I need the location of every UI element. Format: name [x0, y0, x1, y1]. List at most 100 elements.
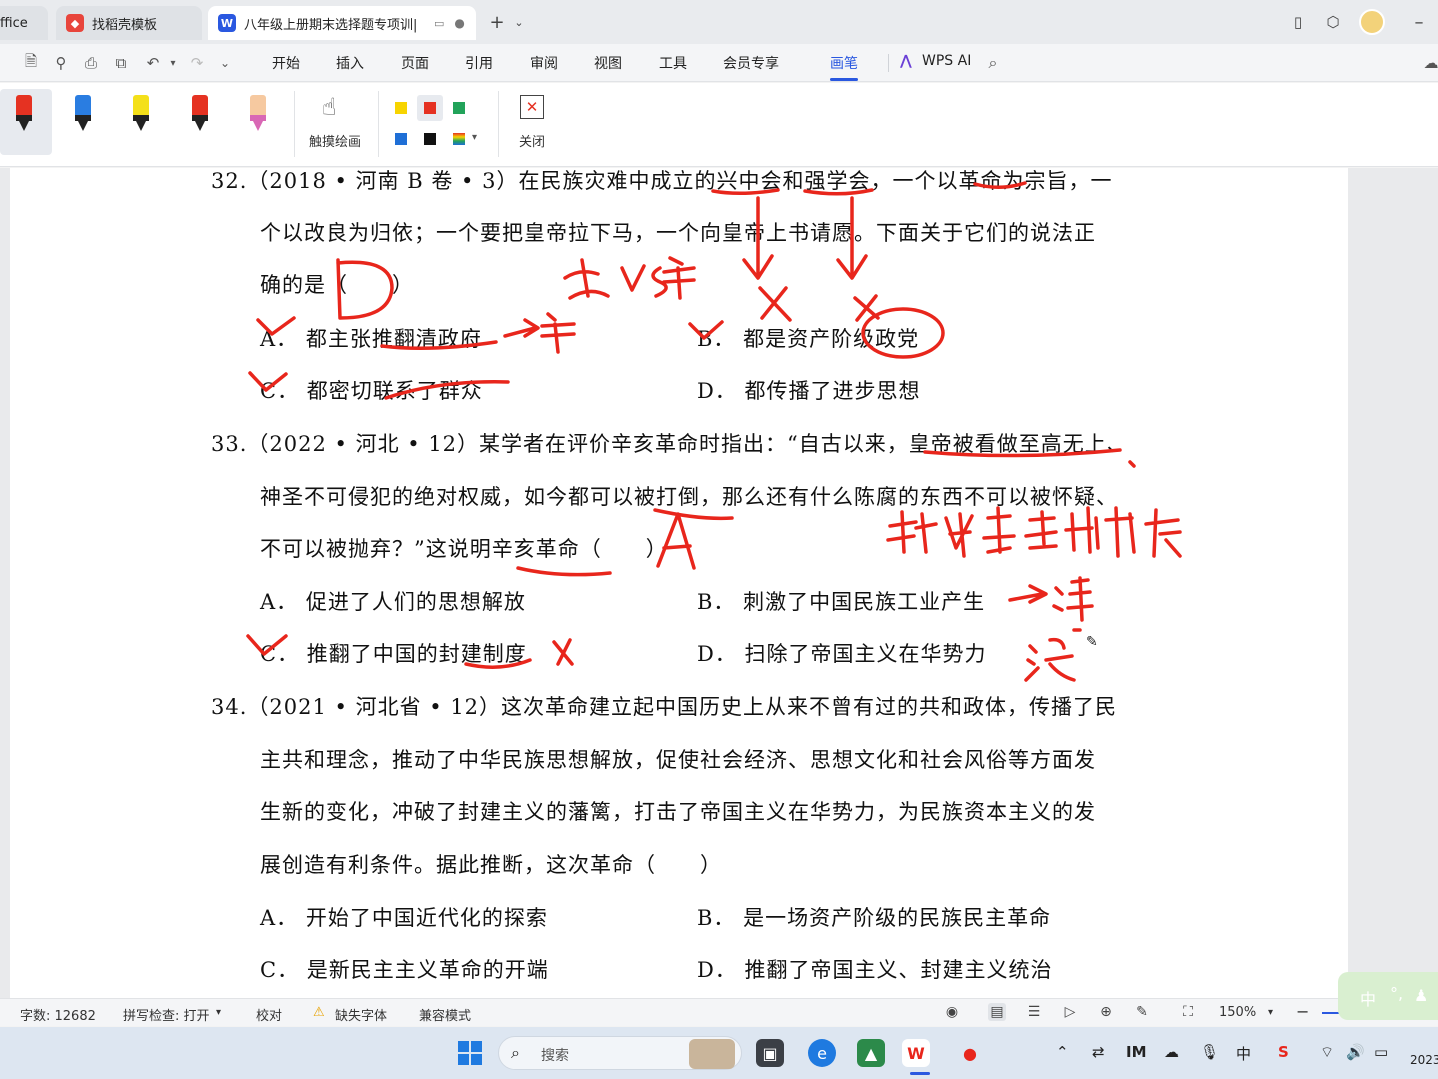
pen-ribbon: ☝ 触摸绘画 ▾ ✕ 关闭 — [0, 83, 1438, 167]
new-tab-icon[interactable]: + — [486, 8, 508, 36]
menu-divider — [888, 54, 889, 72]
cloud-icon[interactable]: ☁ — [1420, 52, 1438, 74]
pen-icon[interactable]: ✎ — [1133, 1003, 1151, 1021]
print-preview-icon[interactable]: ⧉ — [110, 52, 132, 74]
menu-pen[interactable]: 画笔 — [830, 53, 858, 81]
ribbon-divider — [294, 91, 295, 157]
wps-ai-logo-icon: ⋀ — [900, 53, 912, 69]
docer-icon: ◆ — [66, 14, 84, 32]
tray-ime-label[interactable]: 中 — [1236, 1043, 1251, 1064]
color-black[interactable] — [424, 133, 436, 145]
touch-hand-icon: ☝ — [322, 93, 337, 121]
pen-color — [192, 95, 208, 117]
cube-icon[interactable]: ⬡ — [1322, 8, 1344, 36]
chevron-down-icon[interactable]: ▾ — [472, 132, 477, 143]
window-layout-icon[interactable]: ▯ — [1287, 8, 1309, 36]
task-view-icon[interactable]: ▣ — [756, 1039, 784, 1067]
save-icon[interactable]: 🗎 — [20, 52, 42, 74]
close-pen-button[interactable]: 关闭 — [519, 131, 545, 150]
color-green[interactable] — [453, 102, 465, 114]
wps-office-icon[interactable]: W — [902, 1039, 930, 1067]
edge-browser-icon[interactable]: e — [808, 1039, 836, 1067]
spellcheck-toggle[interactable]: 拼写检查: 打开 — [123, 1005, 210, 1024]
word-count[interactable]: 字数: 12682 — [20, 1005, 96, 1024]
play-icon[interactable]: ▷ — [1061, 1003, 1079, 1021]
taskbar-search[interactable]: ⌕ 搜索 — [498, 1036, 742, 1070]
tray-app-icon[interactable]: ⇄ — [1092, 1043, 1105, 1061]
proofread-button[interactable]: 校对 — [256, 1005, 282, 1024]
print-icon[interactable]: ⎙ — [80, 52, 102, 74]
ime-mode-label: 中 — [1360, 990, 1377, 1009]
menu-tools[interactable]: 工具 — [659, 53, 687, 73]
search-icon: ⌕ — [511, 1043, 520, 1062]
menu-review[interactable]: 审阅 — [530, 53, 558, 73]
search-icon[interactable]: ⌕ — [982, 52, 1004, 74]
menu-references[interactable]: 引用 — [465, 53, 493, 73]
menu-home[interactable]: 开始 — [272, 53, 300, 73]
menu-view[interactable]: 视图 — [594, 53, 622, 73]
color-red[interactable] — [424, 102, 436, 114]
pen-red-fine[interactable] — [189, 95, 211, 135]
ribbon-divider — [498, 91, 499, 157]
active-app-indicator — [910, 1072, 930, 1075]
page-view-icon[interactable]: ▤ — [988, 1003, 1006, 1021]
battery-icon[interactable]: ▭ — [1374, 1043, 1388, 1061]
pen-red-marker[interactable] — [13, 95, 35, 135]
volume-icon[interactable]: 🔊 — [1346, 1043, 1365, 1061]
chevron-up-icon[interactable]: ⌃ — [1056, 1043, 1069, 1061]
menu-page[interactable]: 页面 — [401, 53, 429, 73]
avatar[interactable] — [1358, 8, 1386, 36]
close-icon[interactable]: ✕ — [520, 95, 544, 119]
recorder-icon[interactable]: ● — [956, 1039, 984, 1067]
chevron-down-icon[interactable]: ▾ — [216, 1007, 221, 1018]
photos-icon[interactable]: ▲ — [857, 1039, 885, 1067]
sogou-ime-icon[interactable]: S — [1278, 1043, 1289, 1061]
menu-membership[interactable]: 会员专享 — [723, 53, 779, 73]
color-blue[interactable] — [395, 133, 407, 145]
eraser-pen[interactable] — [247, 95, 269, 135]
tab-office[interactable]: ffice — [0, 6, 48, 40]
tab-docer[interactable]: ◆ 找稻壳模板 — [56, 6, 202, 40]
ime-floating-bar[interactable]: 中 °, ♟ — [1338, 972, 1438, 1020]
pen-color — [250, 95, 266, 117]
vertical-scrollbar[interactable] — [1425, 168, 1433, 998]
wifi-icon[interactable]: ⌔ — [1320, 1043, 1334, 1062]
chevron-down-icon[interactable]: ▾ — [1268, 1007, 1273, 1018]
undo-dropdown-icon[interactable]: ▾ — [162, 52, 184, 74]
onedrive-icon[interactable]: ☁ — [1164, 1043, 1179, 1061]
zoom-out-icon[interactable]: − — [1296, 1002, 1309, 1021]
eye-icon[interactable]: ◉ — [943, 1003, 961, 1021]
color-yellow[interactable] — [395, 102, 407, 114]
pen-blue-marker[interactable] — [72, 95, 94, 135]
microphone-icon[interactable]: 🎙 — [1200, 1043, 1219, 1061]
wps-writer-icon: W — [218, 14, 236, 32]
missing-font-button[interactable]: 缺失字体 — [335, 1005, 387, 1024]
pen-yellow-highlighter[interactable] — [130, 95, 152, 135]
undo-icon[interactable]: ↶ — [142, 52, 164, 74]
windows-start-icon[interactable] — [456, 1039, 484, 1067]
pen-color — [75, 95, 91, 117]
redo-icon[interactable]: ↷ — [186, 52, 208, 74]
web-view-icon[interactable]: ⊕ — [1097, 1003, 1115, 1021]
search-placeholder: 搜索 — [541, 1048, 569, 1064]
clock[interactable]: 2023 — [1410, 1053, 1438, 1067]
document-page[interactable]: 32.（2018 • 河南 B 卷 • 3）在民族灾难中成立的兴中会和强学会，一… — [10, 168, 1348, 998]
tray-im-icon[interactable]: IM — [1126, 1043, 1147, 1061]
minimize-icon[interactable]: – — [1408, 8, 1430, 36]
menu-bar: 🗎 ⚲ ⎙ ⧉ ↶ ▾ ↷ ⌄ 开始 插入 页面 引用 审阅 视图 工具 会员专… — [0, 44, 1438, 82]
chevron-down-icon[interactable]: ⌄ — [510, 8, 528, 36]
pen-color — [16, 95, 32, 117]
more-chevron-icon[interactable]: ⌄ — [214, 52, 236, 74]
monitor-icon: ▭ — [434, 16, 445, 30]
touch-draw-button[interactable]: 触摸绘画 — [309, 131, 361, 150]
menu-wps-ai[interactable]: WPS AI — [922, 53, 971, 69]
outline-view-icon[interactable]: ☰ — [1025, 1003, 1043, 1021]
color-palette-icon[interactable] — [453, 133, 465, 145]
tab-document[interactable]: W 八年级上册期末选择题专项训| ▭ ● — [208, 6, 476, 40]
menu-insert[interactable]: 插入 — [336, 53, 364, 73]
zoom-level[interactable]: 150% — [1219, 1005, 1256, 1020]
fit-page-icon[interactable]: ⛶ — [1179, 1003, 1197, 1021]
format-painter-icon[interactable]: ⚲ — [50, 52, 72, 74]
unsaved-dot-icon[interactable]: ● — [454, 16, 464, 30]
tab-label: 找稻壳模板 — [92, 17, 158, 33]
